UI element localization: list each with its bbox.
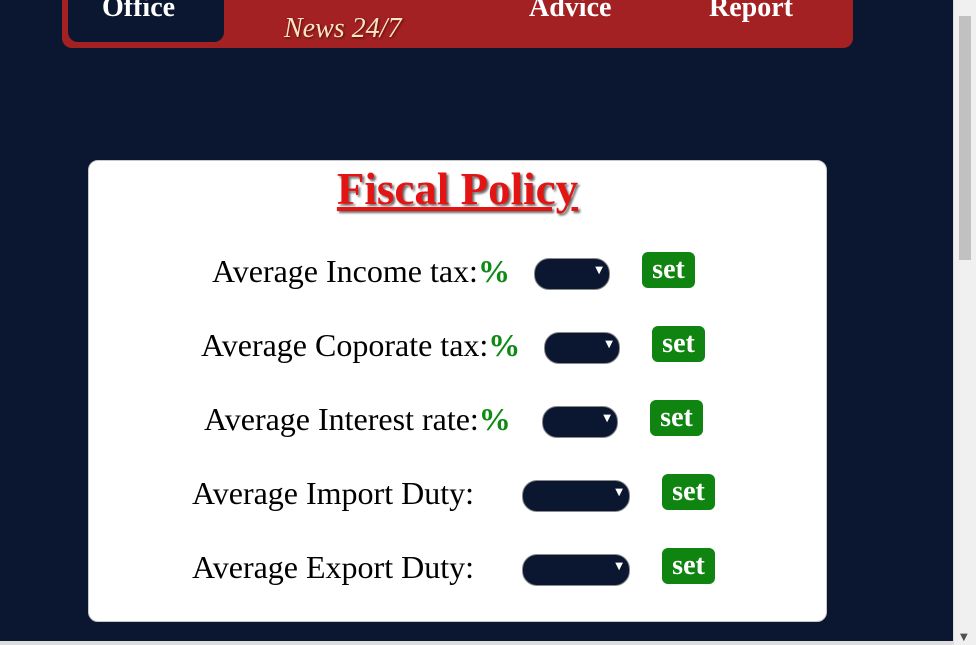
interest-rate-select[interactable]: ▼ <box>542 406 618 438</box>
chevron-down-icon: ▼ <box>595 265 603 276</box>
export-duty-select[interactable]: ▼ <box>522 554 630 586</box>
nav-report-label[interactable]: Report <box>709 0 793 24</box>
interest-rate-label: Average Interest rate:% <box>204 399 511 439</box>
top-nav-bar: Office News 24/7 Advice Report <box>62 0 853 48</box>
vertical-scrollbar[interactable]: ▼ <box>953 0 976 645</box>
interest-rate-set-button[interactable]: set <box>650 400 703 436</box>
export-duty-label-text: Average Export Duty: <box>192 549 474 585</box>
import-duty-label: Average Import Duty: <box>192 473 474 513</box>
export-duty-set-button[interactable]: set <box>662 548 715 584</box>
fiscal-policy-card: Fiscal Policy Average Income tax:% ▼ set… <box>88 160 827 622</box>
income-tax-label-text: Average Income tax: <box>212 253 478 289</box>
income-tax-label: Average Income tax:% <box>212 251 510 291</box>
import-duty-set-button[interactable]: set <box>662 474 715 510</box>
scroll-down-arrow-icon[interactable]: ▼ <box>960 632 968 643</box>
nav-news-label[interactable]: News 24/7 <box>284 13 401 45</box>
corporate-tax-select[interactable]: ▼ <box>544 332 620 364</box>
income-tax-row: Average Income tax:% ▼ set <box>89 251 826 291</box>
chevron-down-icon: ▼ <box>605 339 613 350</box>
corporate-tax-label: Average Coporate tax:% <box>201 325 520 365</box>
corporate-tax-set-button[interactable]: set <box>652 326 705 362</box>
bottom-strip <box>0 641 954 645</box>
import-duty-label-text: Average Import Duty: <box>192 475 474 511</box>
chevron-down-icon: ▼ <box>615 487 623 498</box>
income-tax-set-button[interactable]: set <box>642 252 695 288</box>
corporate-tax-percent: % <box>488 327 521 363</box>
export-duty-label: Average Export Duty: <box>192 547 474 587</box>
interest-rate-percent: % <box>478 401 511 437</box>
import-duty-row: Average Import Duty: ▼ set <box>89 473 826 513</box>
scrollbar-thumb[interactable] <box>959 16 971 260</box>
income-tax-percent: % <box>477 253 510 289</box>
chevron-down-icon: ▼ <box>603 413 611 424</box>
nav-office-label[interactable]: Office <box>102 0 175 24</box>
export-duty-row: Average Export Duty: ▼ set <box>89 547 826 587</box>
nav-advice-label[interactable]: Advice <box>529 0 611 24</box>
interest-rate-label-text: Average Interest rate: <box>204 401 479 437</box>
import-duty-select[interactable]: ▼ <box>522 480 630 512</box>
corporate-tax-label-text: Average Coporate tax: <box>201 327 489 363</box>
interest-rate-row: Average Interest rate:% ▼ set <box>89 399 826 439</box>
income-tax-select[interactable]: ▼ <box>534 258 610 290</box>
chevron-down-icon: ▼ <box>615 561 623 572</box>
corporate-tax-row: Average Coporate tax:% ▼ set <box>89 325 826 365</box>
page-title: Fiscal Policy <box>336 164 579 214</box>
